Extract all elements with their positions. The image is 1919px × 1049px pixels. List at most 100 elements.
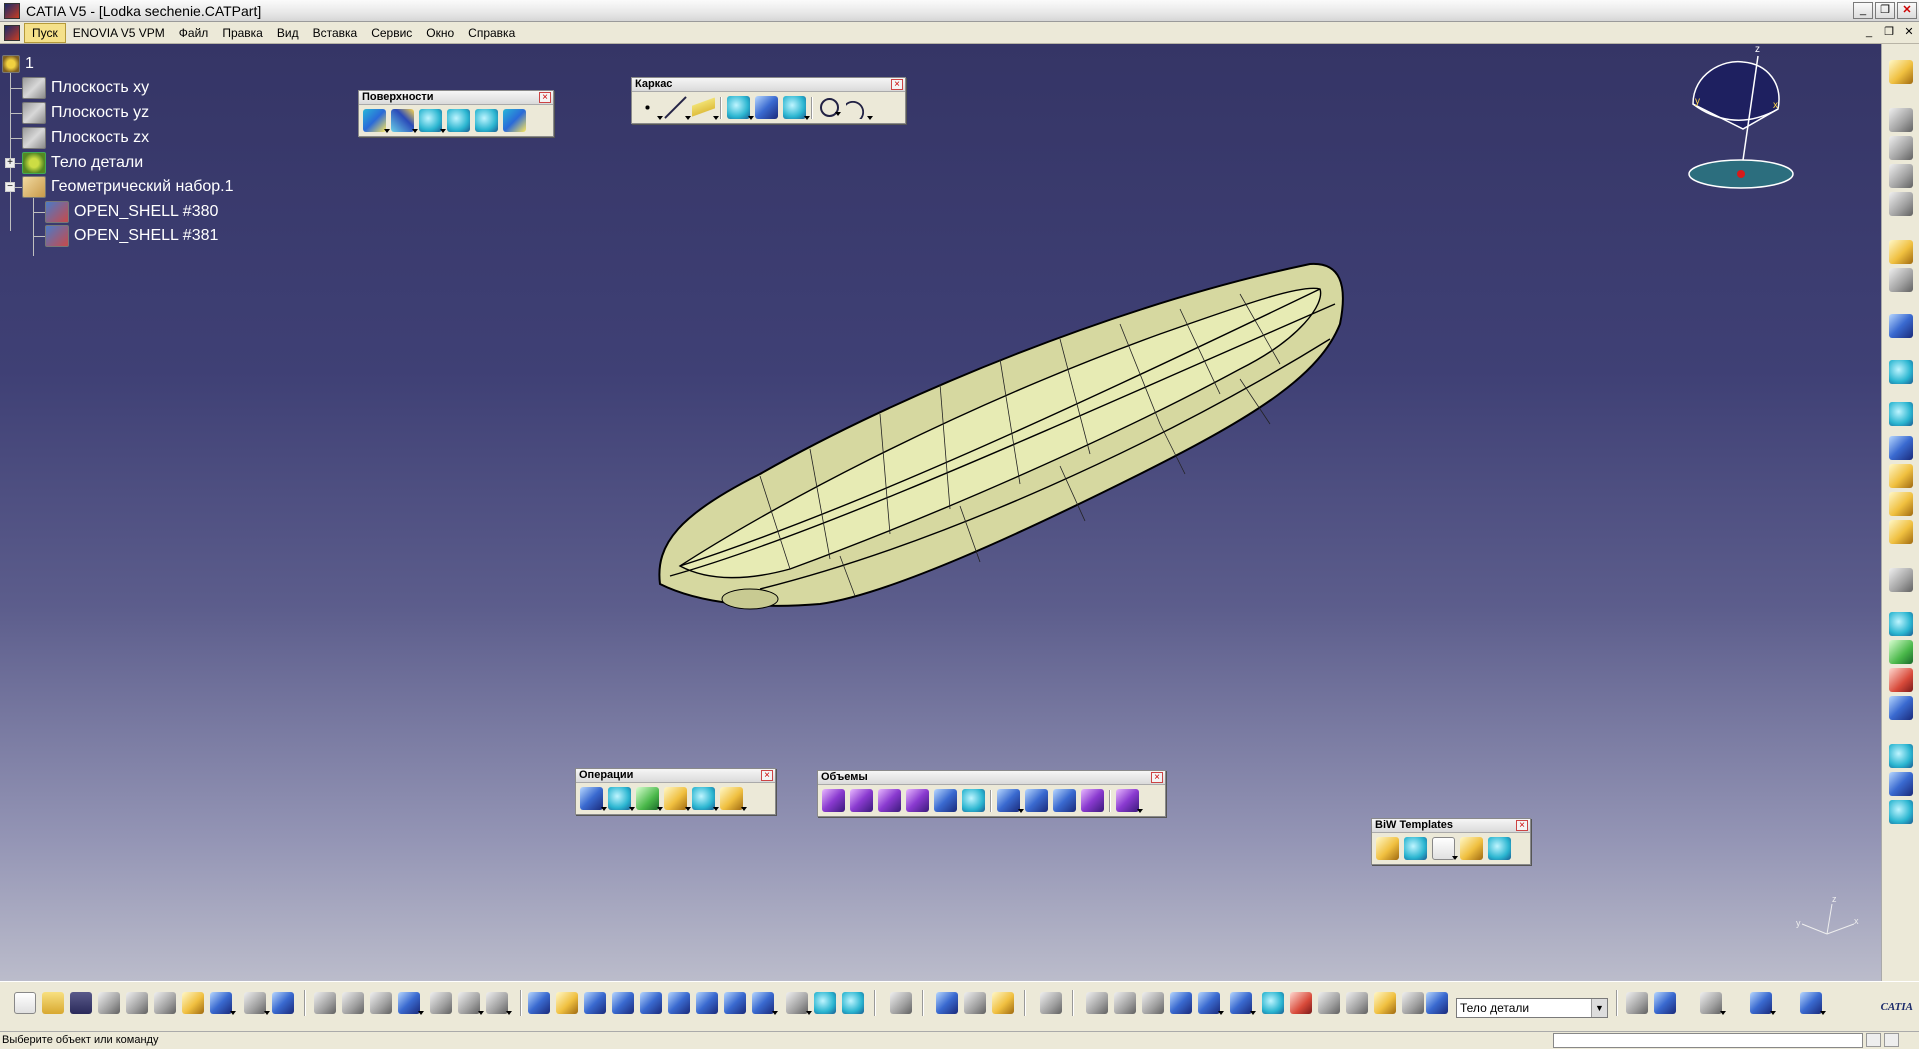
sketch-analysis-icon[interactable] — [1262, 992, 1284, 1014]
define-in-work-object-icon[interactable] — [1426, 992, 1448, 1014]
tree-item-plane-yz[interactable]: Плоскость yz — [22, 101, 149, 125]
fit-all-icon[interactable] — [556, 992, 578, 1014]
point-icon[interactable] — [636, 96, 663, 120]
volume-trim-icon[interactable] — [1081, 789, 1104, 812]
distance-analysis-icon[interactable] — [1889, 696, 1913, 720]
measure-icon[interactable] — [1889, 744, 1913, 768]
volume-add-icon[interactable] — [997, 789, 1024, 813]
3d-viewport[interactable]: + − 1 Плоскость xy Плоскость yz Плоскост… — [0, 44, 1881, 981]
volume-sweep-icon[interactable] — [878, 789, 901, 812]
hierarchy-icon[interactable] — [1318, 992, 1340, 1014]
paste-icon[interactable] — [182, 992, 204, 1014]
document-icon[interactable] — [4, 24, 20, 41]
command-input[interactable] — [1553, 1033, 1863, 1048]
parallel-curve-icon[interactable] — [783, 96, 810, 120]
geometric-set-icon[interactable] — [1889, 520, 1913, 544]
scroll-icon[interactable] — [1402, 992, 1424, 1014]
parts-icon[interactable] — [1290, 992, 1312, 1014]
loft-surface-icon[interactable] — [475, 109, 498, 132]
save-icon[interactable] — [70, 992, 92, 1014]
doc-restore-button[interactable]: ❐ — [1881, 25, 1897, 40]
revolve-surface-icon[interactable] — [391, 109, 418, 133]
rotate-icon[interactable] — [612, 992, 634, 1014]
snap-icon[interactable] — [1889, 268, 1913, 292]
doc-minimize-button[interactable]: _ — [1861, 25, 1877, 40]
toolbar-volumes[interactable]: Объемы × — [817, 770, 1166, 817]
copy-icon[interactable] — [154, 992, 176, 1014]
menu-file[interactable]: Файл — [172, 24, 216, 42]
shape-workbench-icon[interactable] — [1889, 192, 1913, 216]
multi-view-icon[interactable] — [724, 992, 746, 1014]
sweep-surface-icon[interactable] — [419, 109, 446, 133]
menu-help[interactable]: Справка — [461, 24, 522, 42]
shading-icon[interactable] — [786, 992, 812, 1015]
select-arrow-icon[interactable] — [1889, 240, 1913, 264]
grid-icon[interactable] — [1889, 436, 1913, 460]
chevron-down-icon[interactable]: ▼ — [1591, 999, 1607, 1017]
toolbar-wireframe[interactable]: Каркас × — [631, 77, 906, 124]
part-workbench-icon[interactable] — [1889, 108, 1913, 132]
hole-icon[interactable] — [1432, 837, 1458, 860]
close-surface-icon[interactable] — [962, 789, 985, 812]
open-folder-icon[interactable] — [42, 992, 64, 1014]
body-icon[interactable] — [1889, 492, 1913, 516]
boundary-icon[interactable] — [636, 787, 663, 811]
knowledge-icon[interactable] — [1889, 568, 1913, 592]
toolbar-surfaces[interactable]: Поверхности × — [358, 90, 554, 137]
menu-tools[interactable]: Сервис — [364, 24, 419, 42]
toolbar-close-icon[interactable]: × — [761, 770, 773, 781]
current-body-select[interactable]: Тело детали ▼ — [1456, 998, 1608, 1018]
curvature-analysis-icon[interactable] — [1889, 668, 1913, 692]
zoom-out-icon[interactable] — [668, 992, 690, 1014]
diabolo-icon[interactable] — [1404, 837, 1427, 860]
comment-icon[interactable] — [342, 992, 364, 1014]
sketch-tools-icon[interactable] — [1800, 992, 1826, 1015]
menu-window[interactable]: Окно — [419, 24, 461, 42]
sketch-icon[interactable] — [1889, 314, 1913, 338]
tree-item-plane-xy[interactable]: Плоскость xy — [22, 76, 149, 100]
relations-icon[interactable] — [1346, 992, 1368, 1014]
volume-loft-icon[interactable] — [906, 789, 929, 812]
tree-item-open-shell-381[interactable]: OPEN_SHELL #381 — [45, 224, 218, 248]
mating-flange-icon[interactable] — [1488, 837, 1511, 860]
spell-check-icon[interactable] — [1700, 992, 1726, 1015]
spline-icon[interactable] — [846, 96, 873, 120]
tree-item-geometric-set[interactable]: Геометрический набор.1 — [22, 175, 234, 199]
new-document-icon[interactable] — [14, 992, 36, 1014]
knowledge-advisor-icon[interactable] — [458, 992, 484, 1015]
knowledge-inspector-icon[interactable] — [1374, 992, 1396, 1014]
expand-toggle[interactable]: + — [5, 158, 15, 168]
print-icon[interactable] — [98, 992, 120, 1014]
cascade-windows-icon[interactable] — [1654, 992, 1676, 1014]
menu-enovia[interactable]: ENOVIA V5 VPM — [66, 24, 172, 42]
workbench-icon[interactable] — [1889, 60, 1913, 84]
translate-icon[interactable] — [692, 787, 719, 811]
toolbar-operations[interactable]: Операции × — [575, 768, 776, 815]
swap-visible-icon[interactable] — [1086, 992, 1108, 1014]
toolbar-close-icon[interactable]: × — [1516, 820, 1528, 831]
projection-icon[interactable] — [727, 96, 754, 120]
collapse-toggle[interactable]: − — [5, 182, 15, 192]
cut-icon[interactable] — [126, 992, 148, 1014]
tree-item-plane-zx[interactable]: Плоскость zx — [22, 126, 149, 150]
line-icon[interactable] — [664, 96, 691, 120]
toolbar-biw-templates[interactable]: BiW Templates × — [1371, 818, 1531, 865]
volume-fillet-icon[interactable] — [1116, 789, 1143, 813]
junction-icon[interactable] — [1376, 837, 1399, 860]
blend-surface-icon[interactable] — [503, 109, 526, 132]
law-table-icon[interactable] — [430, 992, 452, 1014]
boat-hull-model[interactable] — [640, 244, 1360, 664]
volume-revolve-icon[interactable] — [850, 789, 873, 812]
close-button[interactable]: ✕ — [1897, 2, 1917, 19]
measure-inertia-icon[interactable] — [1889, 772, 1913, 796]
apply-material-icon[interactable] — [964, 992, 986, 1014]
swap-space-icon[interactable] — [842, 992, 864, 1014]
analysis-icon[interactable] — [1889, 612, 1913, 636]
split-icon[interactable] — [608, 787, 635, 811]
plane-icon[interactable] — [692, 96, 719, 120]
toolbar-close-icon[interactable]: × — [1151, 772, 1163, 783]
formula-icon[interactable] — [314, 992, 336, 1014]
redo-icon[interactable] — [244, 992, 270, 1015]
parameter-icon[interactable] — [370, 992, 392, 1014]
tile-windows-icon[interactable] — [1626, 992, 1648, 1014]
